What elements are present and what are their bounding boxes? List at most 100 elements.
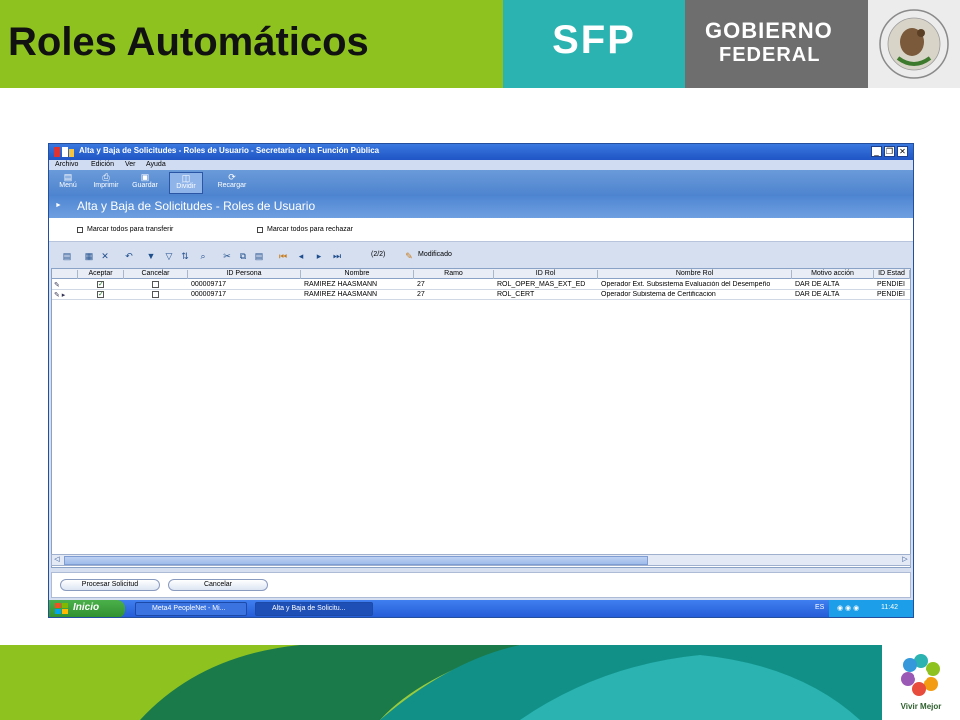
vivir-mejor-text: Vivir Mejor bbox=[900, 702, 942, 711]
modified-icon: ✎ bbox=[405, 251, 413, 261]
current-row-icon: ✎ ▸ bbox=[54, 292, 66, 299]
collapse-arrow-icon[interactable]: ► bbox=[55, 202, 62, 209]
cell-nombre[interactable]: RAMIREZ HAASMANN bbox=[304, 281, 414, 288]
grid-header: Aceptar Cancelar ID Persona Nombre Ramo … bbox=[52, 269, 910, 279]
col-header-aceptar[interactable]: Aceptar bbox=[78, 270, 124, 279]
menu-button[interactable]: ▤ Menú bbox=[55, 172, 81, 194]
first-record-icon[interactable]: ⏮ bbox=[277, 250, 289, 262]
col-header-nombre-rol[interactable]: Nombre Rol bbox=[598, 270, 792, 279]
table-row[interactable]: ✎ ▸ ✓ 000009717 RAMIREZ HAASMANN 27 ROL_… bbox=[52, 290, 910, 300]
cancel-button[interactable]: Cancelar bbox=[168, 579, 268, 591]
split-button-label: Dividir bbox=[176, 183, 196, 190]
minimize-button[interactable]: _ bbox=[871, 146, 882, 157]
toolbar: ▤ Menú ⎙ Imprimir ▣ Guardar ◫ Dividir ⟳ … bbox=[49, 170, 913, 196]
cancel-checkbox[interactable] bbox=[152, 281, 159, 288]
col-header-id-rol[interactable]: ID Rol bbox=[494, 270, 598, 279]
grid-paste-icon[interactable]: ▤ bbox=[253, 250, 265, 262]
menu-edicion[interactable]: Edición bbox=[91, 161, 114, 168]
windows-taskbar: Inicio Meta4 PeopleNet - Mi... Alta y Ba… bbox=[49, 600, 913, 617]
cell-ramo[interactable]: 27 bbox=[417, 281, 493, 288]
print-icon: ⎙ bbox=[102, 172, 110, 182]
sfp-logo-text: SFP bbox=[552, 18, 636, 62]
modified-label: Modificado bbox=[418, 251, 452, 258]
vivir-mejor-flower-icon bbox=[901, 654, 940, 696]
language-indicator[interactable]: ES bbox=[815, 604, 824, 611]
menu-archivo[interactable]: Archivo bbox=[55, 161, 78, 168]
cell-ramo[interactable]: 27 bbox=[417, 291, 493, 298]
split-button[interactable]: ◫ Dividir bbox=[169, 172, 203, 194]
action-bar: Procesar Solicitud Cancelar bbox=[51, 572, 911, 598]
menu-ver[interactable]: Ver bbox=[125, 161, 136, 168]
cell-id-persona[interactable]: 000009717 bbox=[191, 291, 301, 298]
col-header-id-persona[interactable]: ID Persona bbox=[188, 270, 301, 279]
process-request-button[interactable]: Procesar Solicitud bbox=[60, 579, 160, 591]
reload-button[interactable]: ⟳ Recargar bbox=[213, 172, 251, 194]
next-record-icon[interactable]: ▸ bbox=[313, 250, 325, 262]
grid-new-icon[interactable]: ▦ bbox=[83, 250, 95, 262]
start-button[interactable]: Inicio bbox=[49, 600, 125, 617]
taskbar-item-meta4[interactable]: Meta4 PeopleNet - Mi... bbox=[135, 602, 247, 616]
mark-all-reject-label: Marcar todos para rechazar bbox=[267, 226, 353, 233]
cell-estado[interactable]: PENDIEI bbox=[877, 291, 910, 298]
save-button[interactable]: ▣ Guardar bbox=[129, 172, 161, 194]
reload-button-label: Recargar bbox=[217, 182, 247, 189]
grid-filter-clear-icon[interactable]: ▽ bbox=[163, 250, 175, 262]
menubar: Archivo Edición Ver Ayuda bbox=[49, 160, 913, 170]
mark-all-transfer-label: Marcar todos para transferir bbox=[87, 226, 174, 233]
accept-checkbox[interactable]: ✓ bbox=[97, 281, 104, 288]
row-selector-header bbox=[52, 270, 78, 279]
cell-motivo[interactable]: DAR DE ALTA bbox=[795, 291, 873, 298]
checkbox-box[interactable] bbox=[257, 226, 263, 233]
col-header-motivo-accion[interactable]: Motivo acción bbox=[792, 270, 874, 279]
scroll-left-arrow-icon[interactable]: ◁ bbox=[52, 555, 62, 565]
cancel-checkbox[interactable] bbox=[152, 291, 159, 298]
form-banner: ► Alta y Baja de Solicitudes - Roles de … bbox=[49, 196, 913, 218]
horizontal-scrollbar[interactable]: ◁ ▷ bbox=[51, 554, 911, 566]
cell-id-rol[interactable]: ROL_OPER_MAS_EXT_ED bbox=[497, 281, 598, 288]
restore-button[interactable]: ❐ bbox=[884, 146, 895, 157]
grid-copy-icon[interactable]: ⧉ bbox=[237, 250, 249, 262]
checkbox-box[interactable] bbox=[77, 226, 83, 233]
mark-all-reject-checkbox[interactable]: Marcar todos para rechazar bbox=[257, 226, 353, 233]
gobierno-line2: FEDERAL bbox=[719, 44, 821, 66]
cell-nombre-rol[interactable]: Operador Subistema de Certificacion bbox=[601, 291, 792, 298]
grid-cut-icon[interactable]: ✂ bbox=[221, 250, 233, 262]
table-row[interactable]: ✎ ✓ 000009717 RAMIREZ HAASMANN 27 ROL_OP… bbox=[52, 280, 910, 290]
tray-icons[interactable]: ◉ ◉ ◉ bbox=[837, 604, 859, 612]
grid-sort-icon[interactable]: ⇅ bbox=[179, 250, 191, 262]
col-header-nombre[interactable]: Nombre bbox=[301, 270, 414, 279]
close-button[interactable]: ✕ bbox=[897, 146, 908, 157]
reload-icon: ⟳ bbox=[228, 172, 236, 182]
mark-all-bar: Marcar todos para transferir Marcar todo… bbox=[49, 218, 913, 242]
cell-motivo[interactable]: DAR DE ALTA bbox=[795, 281, 873, 288]
col-header-id-estado[interactable]: ID Estad bbox=[874, 270, 910, 279]
cell-id-rol[interactable]: ROL_CERT bbox=[497, 291, 598, 298]
eagle-seal-icon bbox=[879, 9, 949, 79]
last-record-icon[interactable]: ⏭ bbox=[331, 250, 343, 262]
window-titlebar[interactable]: Alta y Baja de Solicitudes - Roles de Us… bbox=[49, 144, 913, 160]
menu-ayuda[interactable]: Ayuda bbox=[146, 161, 166, 168]
cell-nombre[interactable]: RAMIREZ HAASMANN bbox=[304, 291, 414, 298]
cell-estado[interactable]: PENDIEI bbox=[877, 281, 910, 288]
col-header-ramo[interactable]: Ramo bbox=[414, 270, 494, 279]
taskbar-item-alta-baja[interactable]: Alta y Baja de Solicitu... bbox=[255, 602, 373, 616]
grid-filter-icon[interactable]: ▼ bbox=[145, 250, 157, 262]
scrollbar-thumb[interactable] bbox=[64, 556, 648, 565]
grid-menu-icon[interactable]: ▤ bbox=[61, 250, 73, 262]
previous-record-icon[interactable]: ◂ bbox=[295, 250, 307, 262]
scroll-right-arrow-icon[interactable]: ▷ bbox=[900, 555, 910, 565]
grid-undo-icon[interactable]: ↶ bbox=[123, 250, 135, 262]
grid-find-icon[interactable]: ⌕ bbox=[197, 250, 209, 262]
mark-all-transfer-checkbox[interactable]: Marcar todos para transferir bbox=[77, 226, 173, 233]
cell-id-persona[interactable]: 000009717 bbox=[191, 281, 301, 288]
clock: 11:42 bbox=[881, 604, 898, 611]
grid-delete-icon[interactable]: ✕ bbox=[99, 250, 111, 262]
app-icon bbox=[54, 147, 74, 157]
record-pager: (2/2) bbox=[371, 251, 386, 258]
grid-toolbar: ▤ ▦ ✕ ↶ ▼ ▽ ⇅ ⌕ ✂ ⧉ ▤ ⏮ ◂ ▸ ⏭ (2/2) ✎ Mo… bbox=[49, 248, 913, 264]
col-header-cancelar[interactable]: Cancelar bbox=[124, 270, 188, 279]
cell-nombre-rol[interactable]: Operador Ext. Subsistema Evaluación del … bbox=[601, 281, 792, 288]
accept-checkbox[interactable]: ✓ bbox=[97, 291, 104, 298]
print-button[interactable]: ⎙ Imprimir bbox=[89, 172, 123, 194]
windows-logo-icon bbox=[55, 603, 68, 614]
